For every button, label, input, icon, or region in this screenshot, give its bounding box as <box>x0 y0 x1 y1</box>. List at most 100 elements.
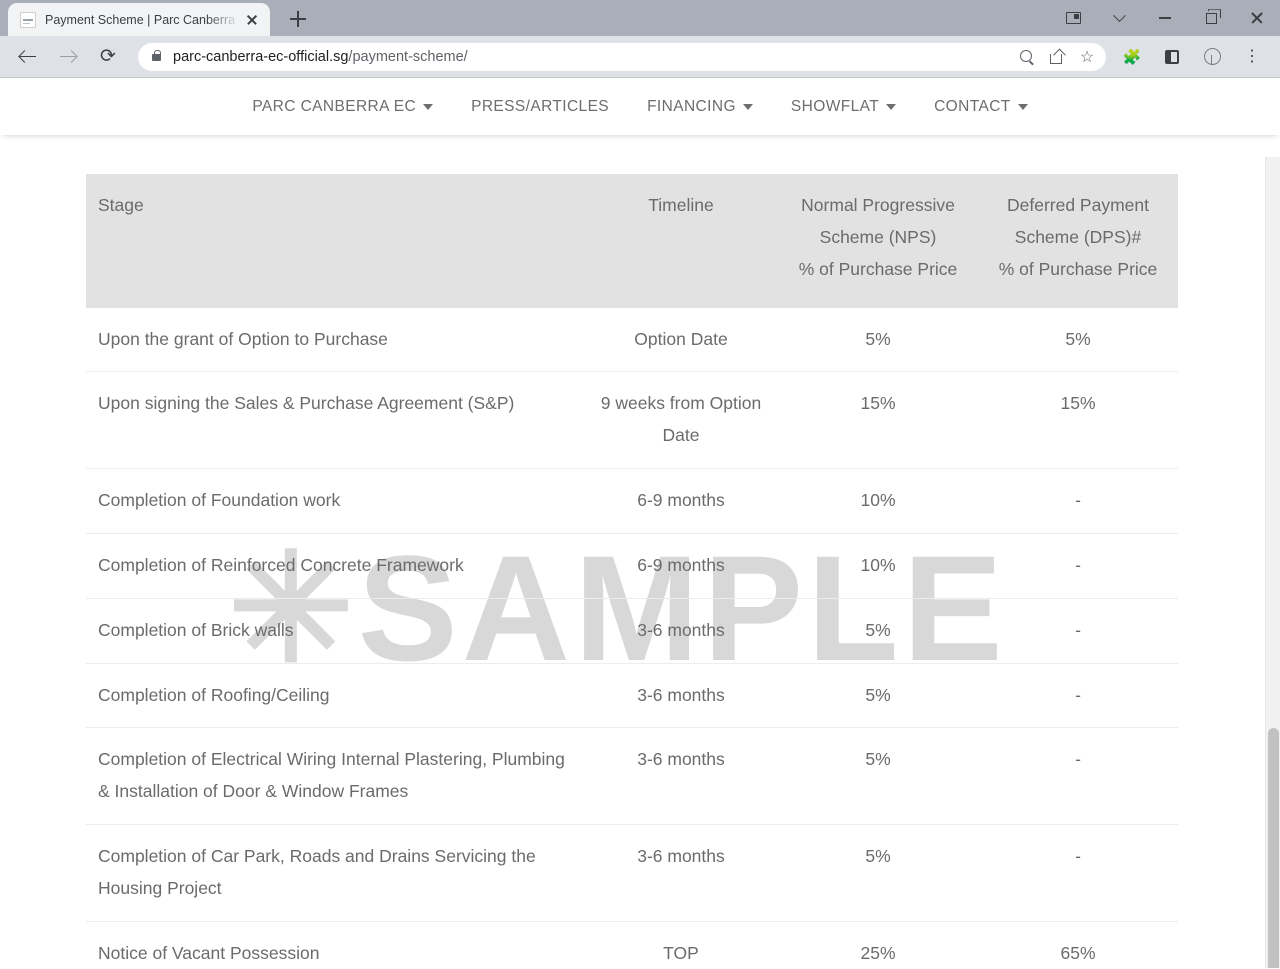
chevron-down-icon <box>742 103 753 110</box>
cell-nps: 5% <box>778 307 978 373</box>
document-favicon-icon <box>20 11 36 28</box>
scrollbar-thumb[interactable] <box>1268 728 1279 968</box>
site-nav-items: PARC CANBERRA EC PRESS/ARTICLES FINANCIN… <box>233 98 1046 116</box>
close-window-button[interactable] <box>1234 0 1280 36</box>
table-body: Upon the grant of Option to Purchase Opti… <box>86 307 1178 968</box>
cell-stage: Completion of Car Park, Roads and Drains… <box>86 824 584 922</box>
cell-nps: 10% <box>778 533 978 599</box>
cell-timeline: TOP <box>584 921 778 968</box>
share-icon[interactable] <box>1042 44 1072 70</box>
sidebar-item-press-articles[interactable]: PRESS/ARTICLES <box>452 98 628 116</box>
payment-scheme-table-wrapper: Stage Timeline Normal Progressive Scheme… <box>86 174 1178 968</box>
table-row: Completion of Car Park, Roads and Drains… <box>86 824 1178 922</box>
cell-stage: Notice of Vacant Possession <box>86 921 584 968</box>
dps-line-1: Deferred Payment <box>1006 195 1149 215</box>
browser-toolbar: ⟳ parc-canberra-ec-official.sg/payment-s… <box>0 36 1280 78</box>
puzzle-piece-icon[interactable]: 🧩 <box>1116 41 1148 73</box>
browser-window: Payment Scheme | Parc Canberra ⟳ parc-ca… <box>0 0 1280 969</box>
lock-icon <box>152 49 162 61</box>
cell-nps: 25% <box>778 921 978 968</box>
cell-nps: 5% <box>778 824 978 922</box>
table-row: Completion of Brick walls 3-6 months 5% - <box>86 598 1178 664</box>
back-arrow-icon[interactable] <box>12 41 44 73</box>
address-bar[interactable]: parc-canberra-ec-official.sg/payment-sch… <box>138 42 1106 71</box>
table-row: Upon signing the Sales & Purchase Agreem… <box>86 371 1178 470</box>
chevron-down-icon <box>423 103 434 110</box>
panel-icon[interactable] <box>1050 0 1096 36</box>
table-row: Upon the grant of Option to Purchase Opti… <box>86 307 1178 373</box>
nav-label: SHOWFLAT <box>790 97 880 115</box>
nps-line-2: Scheme (NPS) <box>819 226 937 247</box>
chevron-down-icon[interactable] <box>1096 0 1142 36</box>
table-header-row: Stage Timeline Normal Progressive Scheme… <box>86 174 1178 308</box>
cell-stage: Upon signing the Sales & Purchase Agreem… <box>86 371 584 470</box>
chevron-down-icon <box>1017 103 1028 110</box>
sidebar-item-financing[interactable]: FINANCING <box>628 98 772 116</box>
table-row: Notice of Vacant Possession TOP 25% 65% <box>86 921 1178 968</box>
nps-line-1: Normal Progressive <box>801 195 955 215</box>
cell-nps: 5% <box>778 663 978 729</box>
reload-icon[interactable]: ⟳ <box>92 41 124 73</box>
three-dot-menu-icon[interactable]: ⋮ <box>1236 41 1268 73</box>
table-row: Completion of Electrical Wiring Internal… <box>86 727 1178 826</box>
tab-strip: Payment Scheme | Parc Canberra <box>0 0 1280 36</box>
url-path: /payment-scheme/ <box>348 48 468 65</box>
minimize-button[interactable] <box>1142 0 1188 36</box>
browser-tab[interactable]: Payment Scheme | Parc Canberra <box>8 3 270 36</box>
column-header-timeline: Timeline <box>584 174 778 308</box>
cell-stage: Completion of Foundation work <box>86 468 584 534</box>
cell-dps: - <box>978 824 1178 922</box>
chevron-down-icon <box>886 103 897 110</box>
table-header: Stage Timeline Normal Progressive Scheme… <box>86 174 1178 308</box>
dps-line-2: Scheme (DPS)# <box>1014 226 1142 247</box>
column-header-nps: Normal Progressive Scheme (NPS) % of Pur… <box>778 174 978 308</box>
cell-timeline: 6-9 months <box>584 468 778 534</box>
page-content: ✳SAMPLE Stage Timeline Normal Progressiv… <box>0 135 1280 968</box>
tab-title: Payment Scheme | Parc Canberra <box>45 12 236 27</box>
cell-dps: 65% <box>978 921 1178 968</box>
table-row: Completion of Roofing/Ceiling 3-6 months 5… <box>86 663 1178 729</box>
cell-timeline: 3-6 months <box>584 824 778 922</box>
cell-dps: - <box>978 468 1178 534</box>
cell-dps: - <box>978 663 1178 729</box>
new-tab-button[interactable] <box>284 5 312 33</box>
nav-label: FINANCING <box>647 97 736 115</box>
cell-timeline: 9 weeks from Option Date <box>584 371 778 470</box>
cell-stage: Completion of Reinforced Concrete Framew… <box>86 533 584 599</box>
cell-stage: Upon the grant of Option to Purchase <box>86 307 584 373</box>
cell-stage: Completion of Roofing/Ceiling <box>86 663 584 729</box>
table-row: Completion of Foundation work 6-9 months 1… <box>86 468 1178 534</box>
cell-nps: 15% <box>778 371 978 470</box>
cell-dps: 5% <box>978 307 1178 373</box>
sidebar-item-showflat[interactable]: SHOWFLAT <box>772 98 915 116</box>
cell-timeline: 6-9 months <box>584 533 778 599</box>
maximize-button[interactable] <box>1188 0 1234 36</box>
star-icon[interactable]: ☆ <box>1072 44 1102 70</box>
sidebar-item-contact[interactable]: CONTACT <box>915 98 1047 116</box>
zoom-icon[interactable] <box>1012 44 1042 70</box>
dps-line-3: % of Purchase Price <box>998 258 1158 279</box>
window-controls <box>1050 0 1280 36</box>
side-panel-icon[interactable] <box>1156 41 1188 73</box>
cell-nps: 5% <box>778 727 978 826</box>
url-text: parc-canberra-ec-official.sg/payment-sch… <box>173 49 468 65</box>
sidebar-item-parc-canberra-ec[interactable]: PARC CANBERRA EC <box>233 98 452 116</box>
cell-dps: - <box>978 533 1178 599</box>
nav-label: PRESS/ARTICLES <box>471 97 610 115</box>
close-tab-icon[interactable] <box>242 10 262 30</box>
url-domain: parc-canberra-ec-official.sg <box>173 48 349 65</box>
page-scrollbar[interactable] <box>1265 157 1280 968</box>
cell-nps: 5% <box>778 598 978 664</box>
cell-timeline: Option Date <box>584 307 778 373</box>
cell-dps: 15% <box>978 371 1178 470</box>
forward-arrow-icon[interactable] <box>52 41 84 73</box>
cell-dps: - <box>978 598 1178 664</box>
profile-icon[interactable] <box>1196 41 1228 73</box>
column-header-dps: Deferred Payment Scheme (DPS)# % of Purc… <box>978 174 1178 308</box>
cell-nps: 10% <box>778 468 978 534</box>
site-navigation: PARC CANBERRA EC PRESS/ARTICLES FINANCIN… <box>0 78 1280 135</box>
nav-label: PARC CANBERRA EC <box>252 97 417 115</box>
column-header-stage: Stage <box>86 174 584 308</box>
payment-scheme-table: Stage Timeline Normal Progressive Scheme… <box>86 174 1178 968</box>
cell-timeline: 3-6 months <box>584 727 778 826</box>
